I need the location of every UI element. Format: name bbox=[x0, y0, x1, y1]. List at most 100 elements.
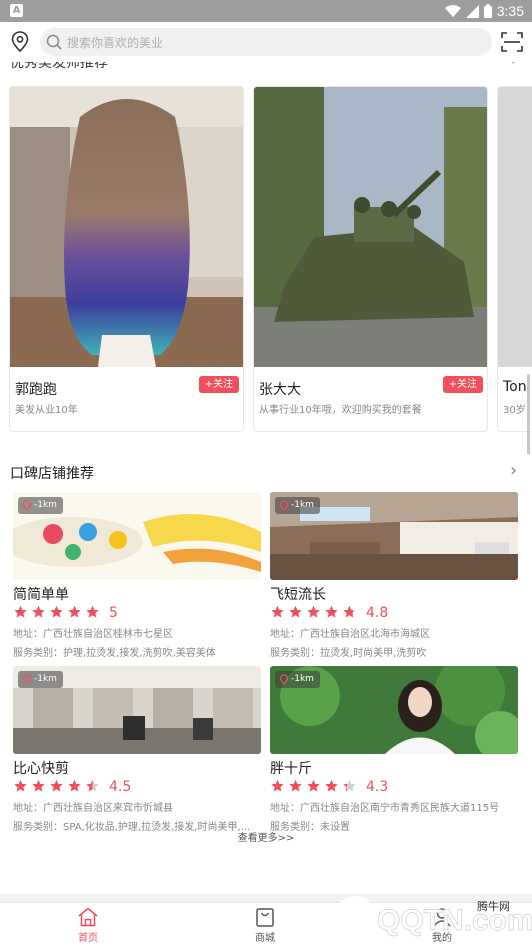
shop-image: -1km bbox=[13, 492, 261, 580]
shop-address: 地址：广西壮族自治区南宁市青秀区民族大道115号 bbox=[270, 803, 500, 814]
shop-card[interactable]: -1km 胖十斤 4.3 地址：广西壮族自治区南宁市青秀区民族大道115号 服务… bbox=[270, 666, 518, 833]
star-icon bbox=[325, 605, 338, 618]
stylist-section: 优秀美发师推荐 › bbox=[0, 62, 532, 534]
shop-card[interactable]: -1km 简简单单 5 地址：广西壮族自治区桂林市七星区 服务类别：护理,拉烫发… bbox=[13, 492, 261, 659]
stylist-photo bbox=[498, 87, 532, 367]
star-icon bbox=[271, 779, 284, 792]
home-icon bbox=[78, 907, 98, 927]
search-icon bbox=[46, 34, 62, 50]
location-pin-icon bbox=[279, 500, 289, 511]
search-input[interactable]: 搜索你喜欢的美业 bbox=[40, 28, 492, 56]
stylist-section-title: 优秀美发师推荐 bbox=[10, 62, 108, 71]
shop-card[interactable]: -1km 比心快剪 4.5 地址：广西壮族自治区来宾市忻城县 服务类别：SPA,… bbox=[13, 666, 261, 833]
location-pin-icon bbox=[279, 674, 289, 685]
shop-address: 地址：广西壮族自治区来宾市忻城县 bbox=[13, 803, 173, 814]
star-icon bbox=[32, 779, 45, 792]
star-rating bbox=[13, 778, 103, 797]
stylist-name: 张大大 bbox=[259, 382, 301, 398]
chevron-right-icon[interactable]: › bbox=[510, 460, 517, 481]
location-pin-icon bbox=[22, 674, 32, 685]
stylist-photo bbox=[254, 87, 487, 367]
rating: 4.5 bbox=[13, 779, 261, 795]
shop-name: 简简单单 bbox=[13, 587, 69, 603]
shop-name: 飞短流长 bbox=[270, 587, 326, 603]
distance-badge: -1km bbox=[275, 497, 320, 514]
shop-services: 服务类别：护理,拉烫发,接发,洗剪吹,美容美体 bbox=[13, 648, 216, 659]
shop-address: 地址：广西壮族自治区桂林市七星区 bbox=[13, 629, 173, 640]
stylist-name: Ton bbox=[503, 379, 527, 395]
see-more-link[interactable]: 查看更多>> bbox=[0, 829, 532, 844]
follow-button[interactable]: +关注 bbox=[198, 376, 239, 393]
rating-value: 4.3 bbox=[366, 779, 389, 795]
stylist-name: 郭跑跑 bbox=[15, 382, 57, 398]
stylist-desc: 从事行业10年哦，欢迎购买我的套餐 bbox=[259, 405, 422, 416]
shop-name: 比心快剪 bbox=[13, 761, 69, 777]
star-rating bbox=[270, 604, 360, 623]
scan-icon[interactable] bbox=[501, 32, 523, 52]
svg-text:腾牛网: 腾牛网 bbox=[477, 899, 510, 913]
top-search-bar: 搜索你喜欢的美业 bbox=[0, 22, 532, 62]
shop-image: -1km bbox=[270, 666, 518, 754]
star-rating bbox=[13, 604, 103, 623]
star-rating bbox=[270, 778, 360, 797]
rating: 4.8 bbox=[270, 605, 518, 621]
star-icon bbox=[325, 779, 338, 792]
star-icon bbox=[68, 605, 81, 618]
tab-home[interactable]: 首页 bbox=[48, 907, 128, 944]
star-icon bbox=[32, 605, 45, 618]
rating: 4.3 bbox=[270, 779, 518, 795]
star-icon bbox=[271, 605, 284, 618]
distance-badge: -1km bbox=[18, 497, 63, 514]
distance-badge: -1km bbox=[18, 671, 63, 688]
battery-icon bbox=[483, 4, 492, 18]
app-notification-icon: A bbox=[10, 4, 23, 17]
site-watermark-logo: QQTN.com 腾牛网 bbox=[337, 895, 532, 937]
rating-value: 5 bbox=[109, 605, 118, 621]
distance-text: -1km bbox=[291, 674, 314, 684]
chevron-right-icon[interactable]: › bbox=[511, 62, 517, 69]
stylist-card[interactable]: 郭跑跑 美发从业10年 +关注 bbox=[9, 86, 244, 432]
shop-services: 服务类别：拉烫发,时尚美甲,洗剪吹 bbox=[270, 648, 427, 659]
star-icon bbox=[289, 779, 302, 792]
wifi-icon bbox=[444, 4, 461, 17]
stylist-card[interactable]: 张大大 从事行业10年哦，欢迎购买我的套餐 +关注 bbox=[253, 86, 488, 432]
location-pin-icon[interactable] bbox=[10, 31, 30, 53]
star-icon bbox=[343, 779, 356, 792]
content-scroll[interactable]: 优秀美发师推荐 › bbox=[0, 62, 532, 902]
star-icon bbox=[86, 605, 99, 618]
distance-text: -1km bbox=[34, 674, 57, 684]
shop-section-title: 口碑店铺推荐 bbox=[10, 466, 94, 482]
stylist-desc: 美发从业10年 bbox=[15, 405, 78, 416]
shop-section: 口碑店铺推荐 › -1km 简简单单 5 地址：广西壮族自治区桂林市七星区 服务… bbox=[0, 454, 532, 894]
follow-button[interactable]: +关注 bbox=[442, 376, 483, 393]
search-placeholder: 搜索你喜欢的美业 bbox=[67, 36, 164, 50]
rating: 5 bbox=[13, 605, 261, 621]
stylist-desc: 30岁 bbox=[503, 405, 526, 416]
tab-mall[interactable]: 商城 bbox=[225, 907, 305, 944]
system-icons: 3:35 bbox=[444, 2, 524, 20]
star-icon bbox=[14, 605, 27, 618]
star-icon bbox=[86, 779, 99, 792]
signal-icon bbox=[465, 4, 479, 18]
tab-label: 首页 bbox=[78, 933, 98, 944]
rating-value: 4.8 bbox=[366, 605, 389, 621]
star-icon bbox=[307, 779, 320, 792]
star-icon bbox=[14, 779, 27, 792]
star-icon bbox=[307, 605, 320, 618]
star-icon bbox=[68, 779, 81, 792]
distance-text: -1km bbox=[291, 500, 314, 510]
shop-image: -1km bbox=[13, 666, 261, 754]
star-icon bbox=[50, 605, 63, 618]
distance-text: -1km bbox=[34, 500, 57, 510]
shop-card[interactable]: -1km 飞短流长 4.8 地址：广西壮族自治区北海市海城区 服务类别：拉烫发,… bbox=[270, 492, 518, 659]
shopping-bag-icon bbox=[256, 908, 274, 927]
star-icon bbox=[289, 605, 302, 618]
status-bar: A 3:35 bbox=[0, 0, 532, 22]
shop-address: 地址：广西壮族自治区北海市海城区 bbox=[270, 629, 430, 640]
shop-name: 胖十斤 bbox=[270, 761, 312, 777]
rating-value: 4.5 bbox=[109, 779, 132, 795]
star-icon bbox=[343, 605, 356, 618]
star-icon bbox=[50, 779, 63, 792]
status-time: 3:35 bbox=[496, 3, 524, 19]
stylist-photo bbox=[10, 87, 243, 367]
